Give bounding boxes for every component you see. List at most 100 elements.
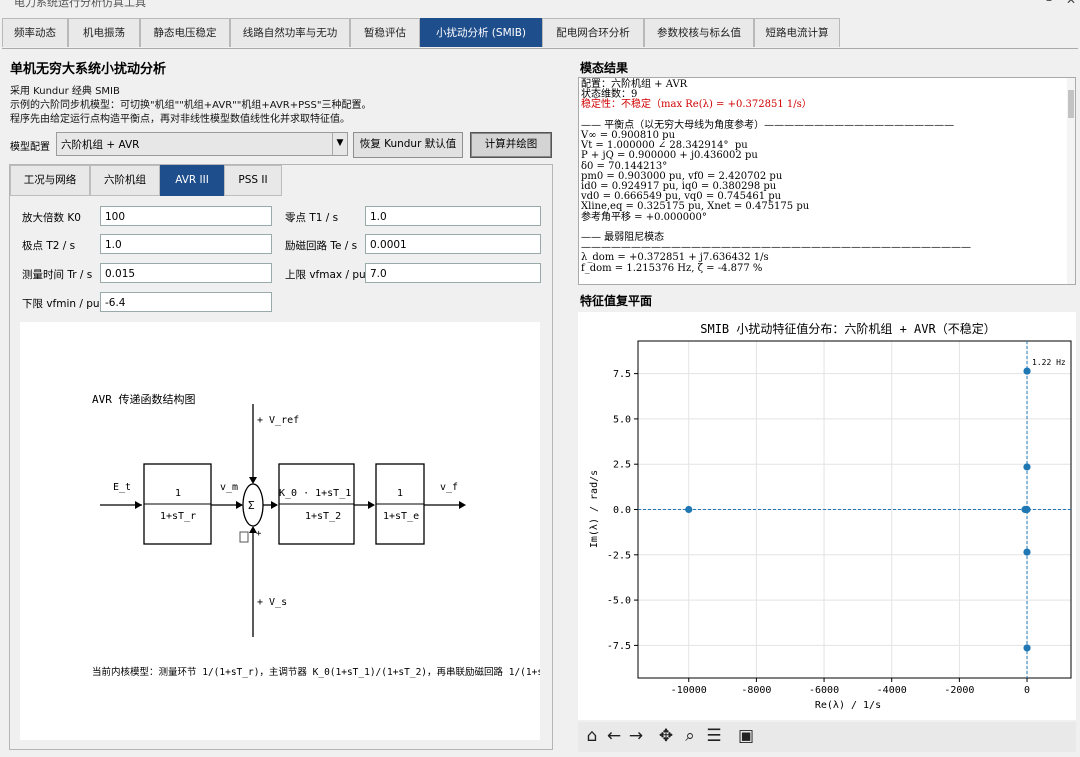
tab-short-circuit[interactable]: 短路电流计算 bbox=[754, 18, 840, 47]
window-title: 电力系统运行分析仿真工具 bbox=[14, 0, 146, 9]
plot-toolbar: ⌂ ← → ✥ ⌕ ☰ ▣ bbox=[578, 722, 1076, 752]
modal-results-text[interactable]: 配置：六阶机组 + AVR 状态维数：9 稳定性：不稳定（max Re(λ) = +… bbox=[578, 77, 1076, 285]
pan-icon[interactable]: ✥ bbox=[656, 726, 676, 746]
block2-out-arrowhead bbox=[368, 501, 375, 509]
modal-line: 参考角平移 = +0.000000° bbox=[581, 211, 707, 223]
vfmin-label: 下限 vfmin / pu bbox=[22, 298, 100, 310]
vertical-scrollbar[interactable] bbox=[1067, 78, 1075, 284]
avr-block-diagram: AVR 传递函数结构图 E_t 1 1+sT_r v_m Σ + + V_ref… bbox=[92, 392, 540, 678]
main-tab-bar: 频率动态 机电振荡 静态电压稳定 线路自然功率与无功 暂稳评估 小扰动分析 (S… bbox=[2, 18, 1078, 49]
tr-label: 测量时间 Tr / s bbox=[22, 269, 93, 281]
tab-pss[interactable]: PSS II bbox=[224, 165, 282, 196]
block1-den: 1+sT_r bbox=[160, 511, 196, 522]
x-axis-label: Re(λ) / 1/s bbox=[815, 700, 881, 711]
tab-params[interactable]: 参数校核与标幺值 bbox=[644, 18, 754, 47]
block2-den: 1+sT_2 bbox=[305, 511, 341, 522]
model-select-value: 六阶机组 + AVR bbox=[61, 139, 140, 151]
compute-plot-button[interactable]: 计算并绘图 bbox=[470, 132, 552, 158]
diagram-title: AVR 传递函数结构图 bbox=[92, 392, 196, 406]
x-tick-label: -8000 bbox=[741, 685, 771, 696]
minus-box bbox=[239, 531, 249, 543]
y-tick-label: 5.0 bbox=[613, 414, 631, 425]
tab-avr[interactable]: AVR III bbox=[160, 165, 224, 196]
tab-transient[interactable]: 暂稳评估 bbox=[350, 18, 420, 47]
model-row: 模型配置 六阶机组 + AVR ▼ 恢复 Kundur 默认值 计算并绘图 bbox=[10, 132, 555, 158]
save-icon[interactable]: ▣ bbox=[736, 726, 756, 746]
y-tick-label: -2.5 bbox=[607, 550, 631, 561]
tab-six-order[interactable]: 六阶机组 bbox=[90, 165, 160, 196]
title-bar: 电力系统运行分析仿真工具 – ✕ bbox=[0, 0, 1080, 12]
sum-out-arrowhead bbox=[271, 501, 278, 509]
diagram-caption: 当前内核模型：测量环节 1/(1+sT_r)，主调节器 K_0(1+sT_1)/… bbox=[92, 666, 540, 678]
home-icon[interactable]: ⌂ bbox=[582, 726, 602, 746]
model-label: 模型配置 bbox=[10, 142, 50, 153]
block2-num: K_0 · 1+sT_1 bbox=[279, 488, 351, 499]
vf-label: v_f bbox=[440, 482, 458, 493]
k0-field[interactable]: 100 bbox=[100, 206, 272, 226]
scrollbar-thumb[interactable] bbox=[1068, 90, 1074, 118]
modal-line: P + jQ = 0.900000 + j0.436002 pu bbox=[581, 150, 758, 162]
te-field[interactable]: 0.0001 bbox=[365, 234, 541, 254]
y-tick-label: 7.5 bbox=[613, 369, 631, 380]
chevron-down-icon[interactable]: ▼ bbox=[332, 133, 347, 155]
minimize-icon[interactable]: – bbox=[1046, 0, 1052, 7]
vm-label: v_m bbox=[220, 482, 238, 493]
eigenvalue-chart: SMIB 小扰动特征值分布：六阶机组 + AVR（不稳定） Re(λ) / 1/… bbox=[589, 321, 1072, 711]
et-label: E_t bbox=[113, 482, 131, 493]
t1-field[interactable]: 1.0 bbox=[365, 206, 541, 226]
close-icon[interactable]: ✕ bbox=[1066, 0, 1076, 7]
x-tick-label: -4000 bbox=[877, 685, 907, 696]
tab-frequency[interactable]: 频率动态 bbox=[2, 18, 68, 47]
te-label: 励磁回路 Te / s bbox=[285, 240, 358, 252]
reset-defaults-button[interactable]: 恢复 Kundur 默认值 bbox=[353, 132, 463, 158]
vref-label: + V_ref bbox=[257, 415, 299, 426]
tab-voltage-stability[interactable]: 静态电压稳定 bbox=[140, 18, 230, 47]
block3-den: 1+sT_e bbox=[383, 511, 419, 522]
x-tick-label: -10000 bbox=[671, 685, 707, 696]
vs-label: + V_s bbox=[257, 597, 287, 608]
sigma-symbol: Σ bbox=[248, 499, 255, 512]
x-tick-label: -2000 bbox=[944, 685, 974, 696]
tab-oscillation[interactable]: 机电振荡 bbox=[68, 18, 140, 47]
x-tick-label: -6000 bbox=[809, 685, 839, 696]
zoom-icon[interactable]: ⌕ bbox=[680, 726, 700, 746]
forward-icon[interactable]: → bbox=[626, 726, 646, 746]
back-icon[interactable]: ← bbox=[604, 726, 624, 746]
vref-arrowhead bbox=[249, 477, 257, 484]
y-tick-label: 0.0 bbox=[613, 505, 631, 516]
eigenvalue-point bbox=[685, 505, 693, 514]
vfmax-field[interactable]: 7.0 bbox=[365, 263, 541, 283]
configure-icon[interactable]: ☰ bbox=[704, 726, 724, 746]
description-line-1: 采用 Kundur 经典 SMIB bbox=[10, 86, 120, 97]
y-tick-label: -5.0 bbox=[607, 596, 631, 607]
t2-label: 极点 T2 / s bbox=[22, 240, 76, 252]
tab-smib[interactable]: 小扰动分析 (SMIB) bbox=[420, 18, 542, 47]
tab-operating-network[interactable]: 工况与网络 bbox=[10, 165, 90, 196]
vf-arrowhead bbox=[459, 501, 466, 509]
eigenvalue-plot: SMIB 小扰动特征值分布：六阶机组 + AVR（不稳定） Re(λ) / 1/… bbox=[578, 312, 1076, 720]
modal-line: Xline,eq = 0.325175 pu, Xnet = 0.475175 … bbox=[581, 201, 810, 213]
et-arrowhead bbox=[135, 501, 142, 509]
modal-line: 稳定性：不稳定（max Re(λ) = +0.372851 1/s） bbox=[581, 99, 812, 111]
k0-label: 放大倍数 K0 bbox=[22, 212, 81, 224]
tab-distribution[interactable]: 配电网合环分析 bbox=[542, 18, 644, 47]
model-select[interactable]: 六阶机组 + AVR ▼ bbox=[56, 132, 348, 156]
block3-num: 1 bbox=[397, 488, 403, 499]
t1-label: 零点 T1 / s bbox=[285, 212, 339, 224]
y-tick-label: -7.5 bbox=[607, 641, 631, 652]
description-line-3: 程序先由给定运行点构造平衡点，再对非线性模型数值线性化并求取特征值。 bbox=[10, 114, 350, 125]
vfmax-label: 上限 vfmax / pu bbox=[285, 269, 366, 281]
block1-num: 1 bbox=[175, 488, 181, 499]
eigenvalue-point bbox=[1023, 644, 1031, 652]
eigenvalue-point bbox=[1023, 463, 1031, 471]
plus-symbol: + bbox=[256, 529, 262, 539]
vfmin-field[interactable]: -6.4 bbox=[100, 292, 272, 312]
eigenvalue-point bbox=[1021, 505, 1029, 514]
modal-results-title: 模态结果 bbox=[580, 61, 629, 75]
y-axis-label: Im(λ) / rad/s bbox=[589, 470, 600, 548]
t2-field[interactable]: 1.0 bbox=[100, 234, 272, 254]
tr-field[interactable]: 0.015 bbox=[100, 263, 272, 283]
tab-line-power[interactable]: 线路自然功率与无功 bbox=[230, 18, 350, 47]
chart-title: SMIB 小扰动特征值分布：六阶机组 + AVR（不稳定） bbox=[700, 321, 995, 336]
y-tick-label: 2.5 bbox=[613, 460, 631, 471]
